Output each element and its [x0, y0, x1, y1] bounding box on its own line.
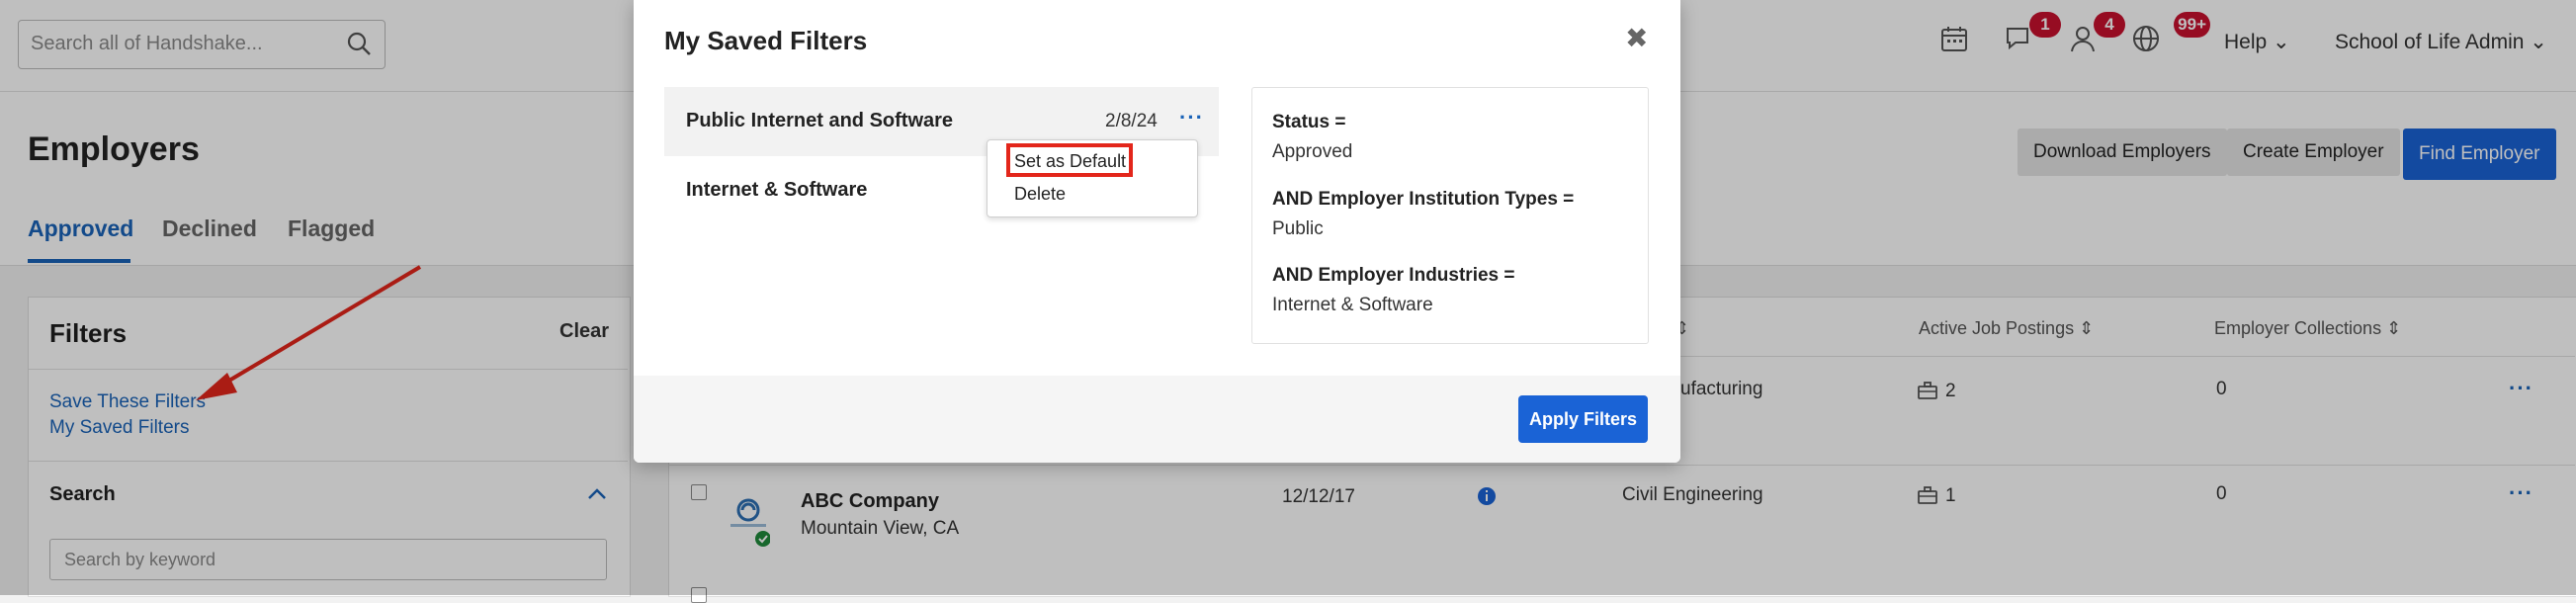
- modal-title: My Saved Filters: [664, 26, 868, 55]
- delete-menu-item[interactable]: Delete: [1014, 184, 1066, 205]
- annotation-highlight-box: [1006, 143, 1133, 177]
- detail-value: Approved: [1272, 141, 1353, 162]
- detail-value: Internet & Software: [1272, 295, 1433, 315]
- saved-filter-more-button[interactable]: ···: [1179, 105, 1204, 130]
- detail-value: Public: [1272, 218, 1324, 239]
- detail-label: AND Employer Industries =: [1272, 265, 1515, 286]
- detail-label: Status =: [1272, 112, 1346, 132]
- apply-filters-button[interactable]: Apply Filters: [1518, 395, 1648, 443]
- detail-label: AND Employer Institution Types =: [1272, 189, 1575, 210]
- saved-filter-name[interactable]: Public Internet and Software: [686, 110, 953, 132]
- saved-filter-name[interactable]: Internet & Software: [686, 179, 867, 202]
- close-icon[interactable]: ✖: [1625, 22, 1648, 54]
- saved-filter-date: 2/8/24: [1105, 111, 1158, 131]
